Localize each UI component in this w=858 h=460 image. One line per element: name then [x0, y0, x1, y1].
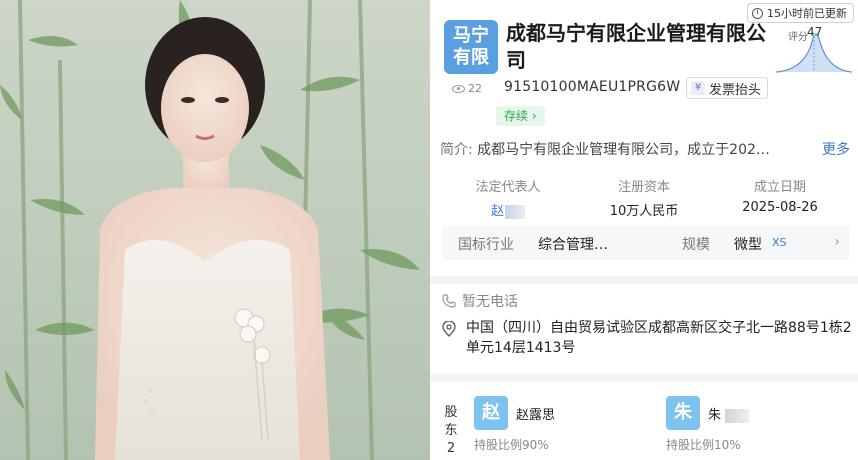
scale-value: 微型: [734, 237, 762, 253]
shareholders-label[interactable]: 股 东 2: [444, 404, 458, 458]
address-row[interactable]: 中国（四川）自由贸易试验区成都高新区交子北一路88号1栋2单元14层1413号: [442, 318, 852, 358]
status-text: 存续: [504, 109, 529, 123]
address-text: 中国（四川）自由贸易试验区成都高新区交子北一路88号1栋2单元14层1413号: [466, 320, 852, 356]
industry-value: 综合管理…: [538, 237, 608, 253]
portrait-photo: [0, 0, 430, 460]
founded-title: 成立日期: [753, 180, 806, 195]
view-count-value: 22: [468, 82, 482, 95]
legal-rep-value[interactable]: 赵: [448, 200, 568, 219]
avatar: 赵: [474, 396, 508, 430]
phone-text: 暂无电话: [462, 294, 518, 310]
clock-icon: [752, 7, 763, 19]
chevron-right-icon: ›: [834, 234, 840, 250]
shareholder-ratio: 持股比例10%: [666, 438, 741, 452]
industry-scale-bar[interactable]: 国标行业 综合管理… 规模 微型 XS ›: [442, 226, 850, 260]
intro-more-link[interactable]: 更多: [822, 139, 850, 159]
scale-tag: XS: [772, 236, 787, 249]
section-divider: [430, 374, 858, 382]
scale-key: 规模: [682, 237, 710, 253]
company-info-panel: 15小时前已更新 马宁 有限 成都马宁有限企业管理有限公司 评分 47 22 9…: [430, 0, 858, 460]
shareholder-ratio: 持股比例90%: [474, 438, 549, 452]
legal-rep-title: 法定代表人: [475, 180, 541, 195]
shareholder-name: 朱: [708, 404, 750, 423]
invoice-title-label: 发票抬头: [709, 82, 762, 98]
capital-title: 注册资本: [617, 180, 670, 195]
update-status-text: 15小时前已更新: [767, 7, 847, 20]
founded-stat: 成立日期 2025-08-26: [720, 176, 840, 215]
intro-text: 成都马宁有限企业管理有限公司，成立于202…: [477, 142, 770, 158]
view-count: 22: [452, 82, 482, 95]
shareholder-name: 赵露思: [516, 408, 556, 423]
score-widget[interactable]: 评分 47: [774, 22, 854, 74]
credit-code: 91510100MAEU1PRG6W: [504, 79, 681, 95]
shareholder-card[interactable]: 赵 赵露思 持股比例90%: [474, 392, 644, 454]
legal-rep-stat[interactable]: 法定代表人 赵: [448, 176, 568, 219]
logo-line-2: 有限: [453, 47, 489, 68]
logo-line-1: 马宁: [453, 25, 489, 46]
score-value: 47: [807, 25, 823, 39]
location-pin-icon: [442, 321, 456, 337]
capital-stat: 注册资本 10万人民币: [584, 176, 704, 219]
key-stats: 法定代表人 赵 注册资本 10万人民币 成立日期 2025-08-26: [430, 176, 858, 220]
score-label: 评分: [788, 32, 808, 43]
phone-row[interactable]: 暂无电话: [442, 291, 518, 311]
yen-icon: ¥: [691, 81, 705, 95]
phone-icon: [442, 294, 456, 308]
capital-value: 10万人民币: [609, 204, 679, 219]
status-badge[interactable]: 存续 ›: [496, 106, 545, 126]
intro-label: 简介:: [440, 142, 473, 158]
shareholders-count: 2: [446, 441, 456, 456]
avatar: 朱: [666, 396, 700, 430]
founded-value: 2025-08-26: [742, 200, 818, 215]
eye-icon: [452, 84, 465, 93]
status-arrow-icon: ›: [531, 109, 537, 123]
invoice-title-button[interactable]: ¥ 发票抬头: [686, 77, 769, 99]
industry-key: 国标行业: [458, 237, 514, 253]
shareholder-card[interactable]: 朱 朱 持股比例10%: [666, 392, 836, 454]
company-intro: 简介: 成都马宁有限企业管理有限公司，成立于202… 更多: [440, 139, 854, 159]
section-divider: [430, 276, 858, 284]
company-logo: 马宁 有限: [444, 20, 498, 74]
company-name: 成都马宁有限企业管理有限公司: [506, 21, 766, 72]
